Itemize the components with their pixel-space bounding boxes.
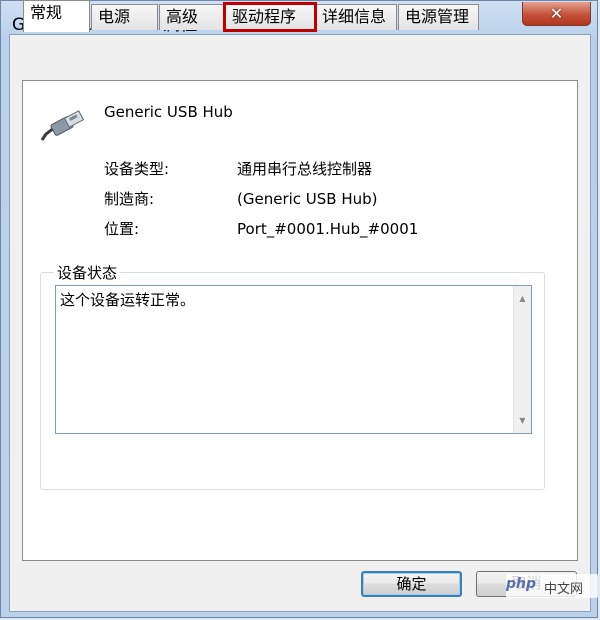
device-type-label: 设备类型: — [104, 160, 170, 178]
device-type-value: 通用串行总线控制器 — [237, 160, 373, 178]
close-icon: ✕ — [549, 4, 564, 23]
tab-power-management[interactable]: 电源管理 — [398, 4, 479, 30]
tab-power[interactable]: 电源 — [91, 4, 158, 30]
usb-plug-icon — [40, 110, 85, 141]
device-status-textbox[interactable]: 这个设备运转正常。 ▲ ▼ — [55, 285, 532, 434]
location-value: Port_#0001.Hub_#0001 — [237, 220, 419, 238]
watermark-text: 中文网 — [544, 582, 584, 597]
watermark-logo: php — [506, 576, 537, 592]
tab-advanced[interactable]: 高级 — [159, 4, 225, 30]
tab-details[interactable]: 详细信息 — [315, 4, 397, 30]
location-label: 位置: — [104, 220, 140, 238]
device-status-legend: 设备状态 — [54, 262, 121, 283]
status-scrollbar[interactable]: ▲ ▼ — [513, 286, 531, 433]
ok-button[interactable]: 确定 — [361, 571, 462, 597]
manufacturer-label: 制造商: — [104, 190, 155, 208]
scroll-down-icon[interactable]: ▼ — [514, 412, 531, 429]
close-button[interactable]: ✕ — [522, 2, 591, 26]
tab-driver[interactable]: 驱动程序 — [223, 2, 317, 32]
watermark: php 中文网 — [506, 574, 598, 598]
device-status-text: 这个设备运转正常。 — [60, 291, 196, 309]
device-name: Generic USB Hub — [104, 103, 233, 121]
scroll-up-icon[interactable]: ▲ — [514, 290, 531, 307]
tab-general[interactable]: 常规 — [23, 0, 90, 32]
manufacturer-value: (Generic USB Hub) — [237, 190, 378, 208]
